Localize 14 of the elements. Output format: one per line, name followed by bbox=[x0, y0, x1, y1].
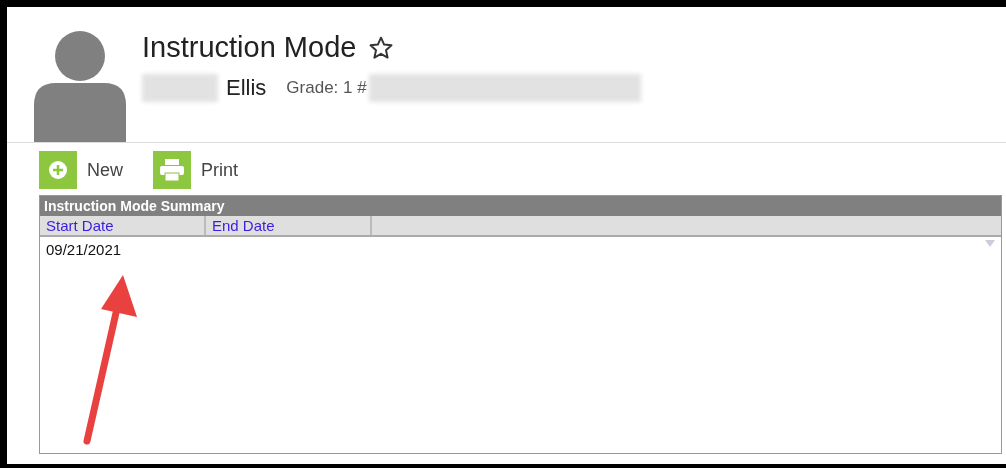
column-header[interactable]: Start Date bbox=[40, 216, 206, 235]
star-icon[interactable] bbox=[368, 34, 395, 61]
grade-label: Grade: 1 # bbox=[286, 78, 367, 98]
column-header[interactable]: End Date bbox=[206, 216, 372, 235]
caret-icon bbox=[985, 240, 995, 247]
print-button[interactable]: Print bbox=[153, 151, 239, 189]
page-title: Instruction Mode bbox=[142, 31, 357, 64]
avatar-icon bbox=[34, 30, 126, 142]
new-button[interactable]: New bbox=[39, 151, 123, 189]
plus-icon bbox=[39, 151, 77, 189]
student-name: Ellis bbox=[226, 75, 267, 101]
panel-title: Instruction Mode Summary bbox=[40, 196, 1001, 216]
printer-icon bbox=[153, 151, 191, 189]
table-cell-text: 09/21/2021 bbox=[45, 241, 123, 258]
